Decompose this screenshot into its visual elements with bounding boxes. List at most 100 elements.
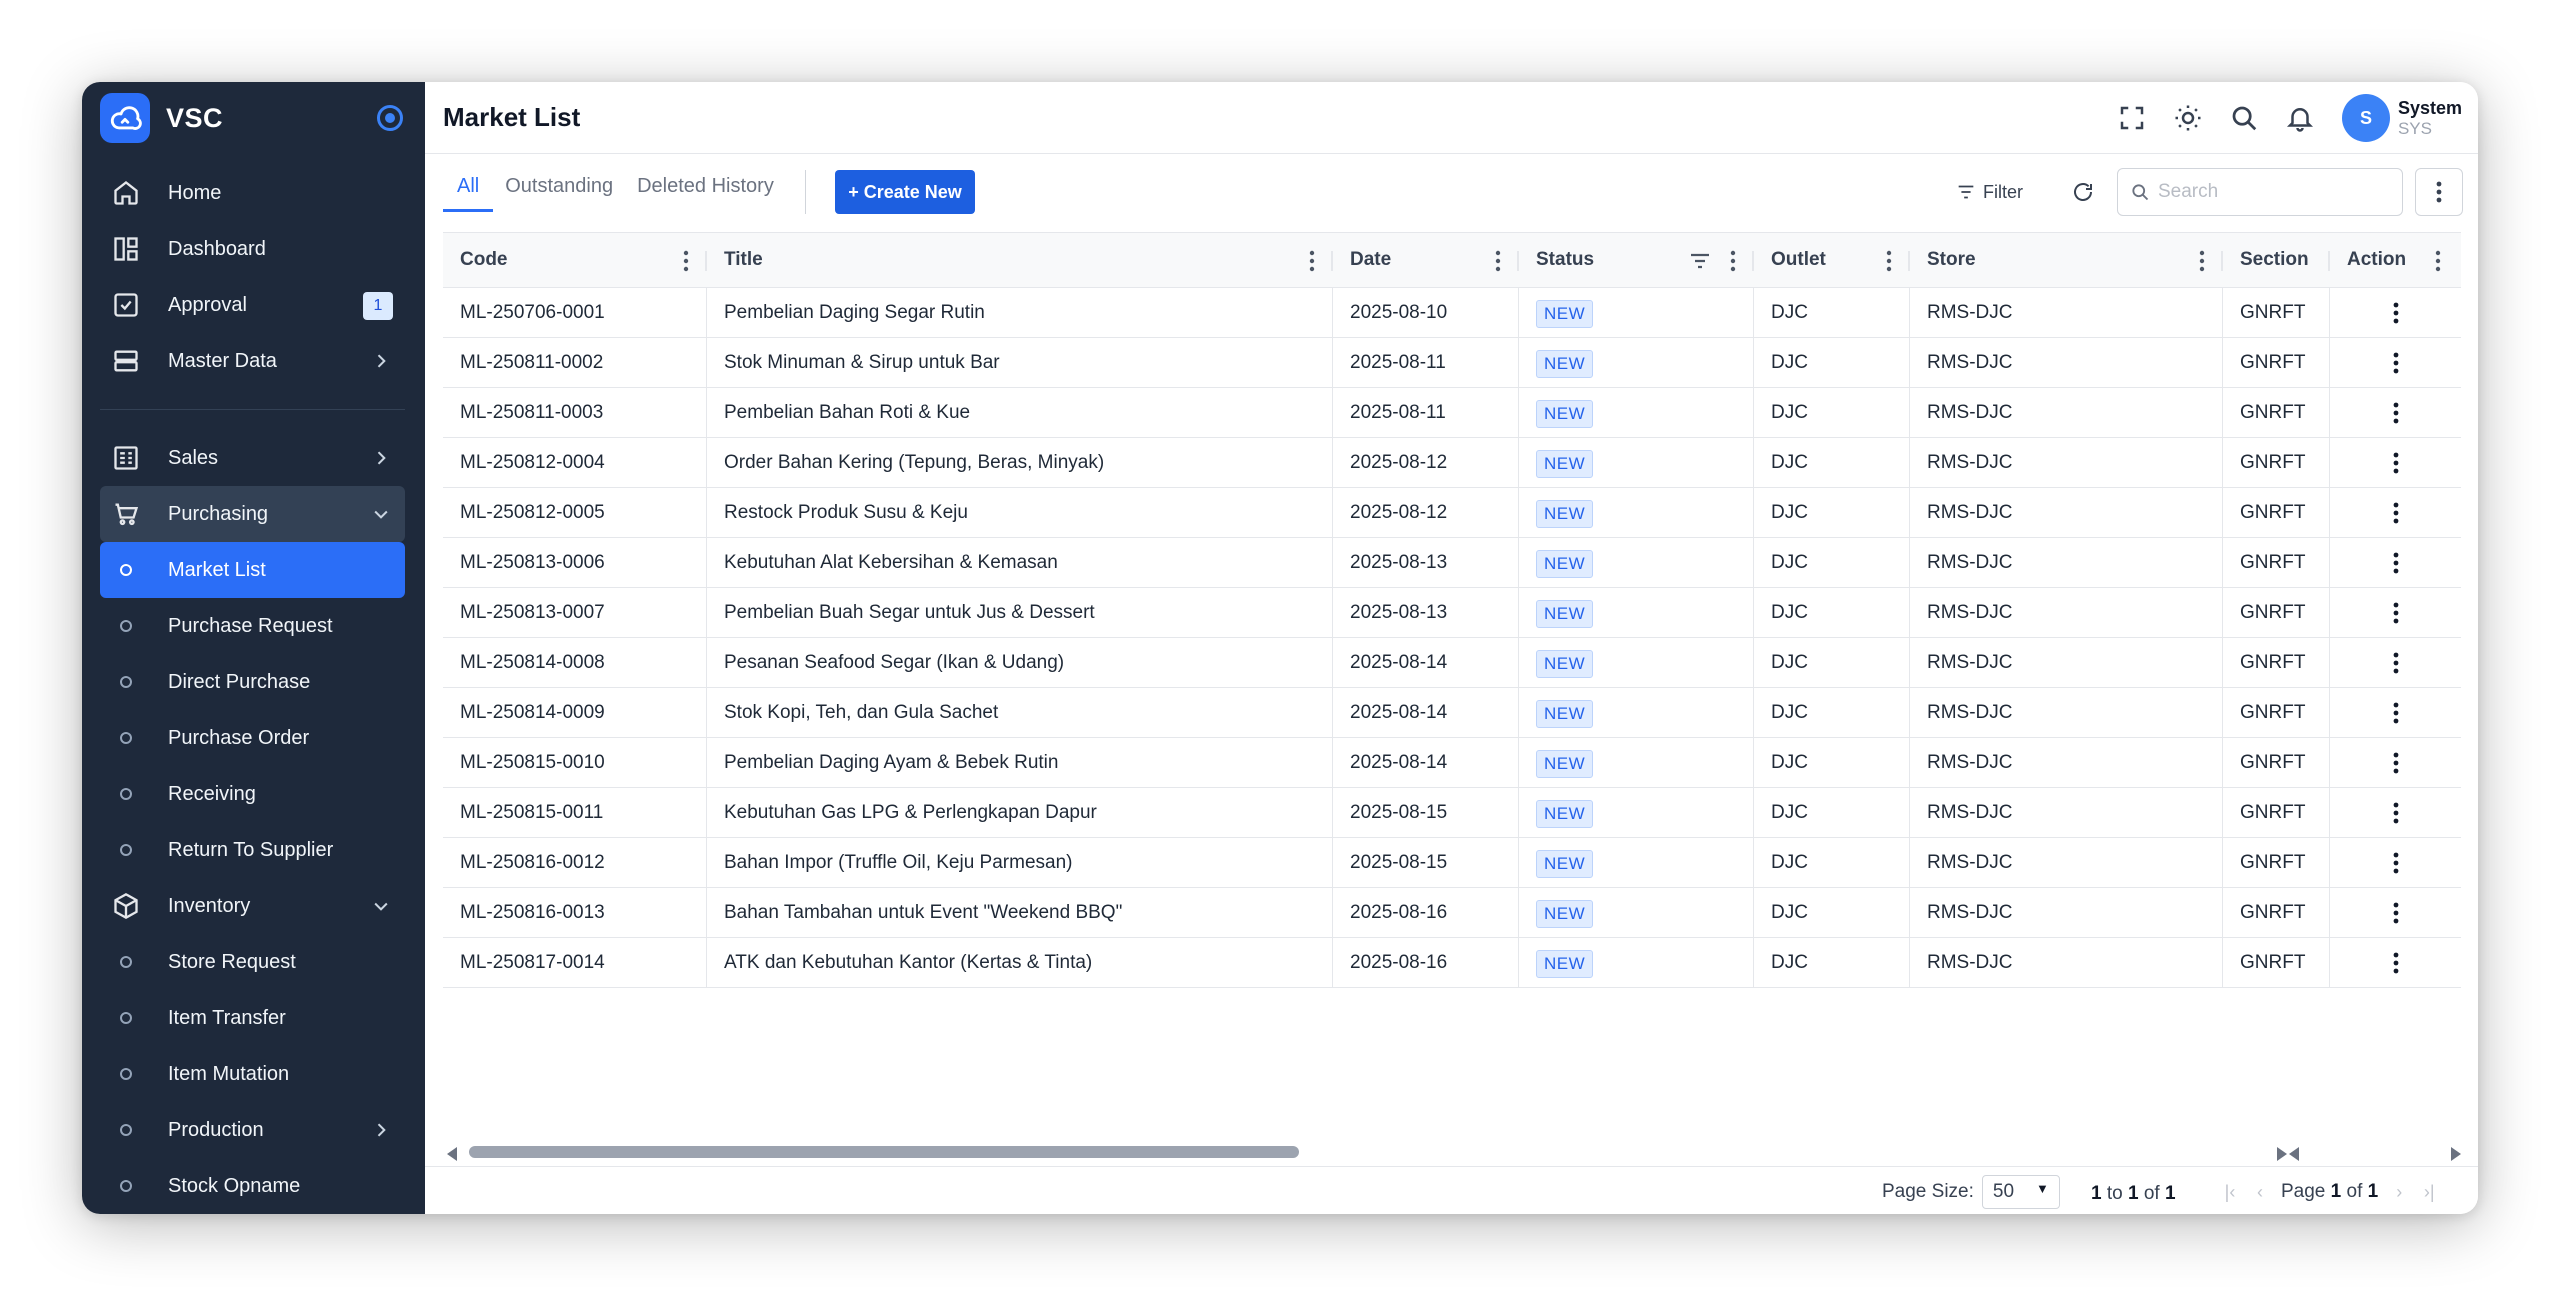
- row-actions-icon[interactable]: [2393, 652, 2399, 674]
- sidebar-item-dashboard[interactable]: Dashboard: [100, 221, 405, 277]
- horizontal-scrollbar[interactable]: [443, 1142, 2461, 1164]
- column-label: Status: [1536, 249, 1595, 270]
- pinned-scroll-left-icon[interactable]: [2289, 1147, 2299, 1161]
- column-menu-icon[interactable]: [1886, 250, 1892, 272]
- table-row[interactable]: ML-250706-0001 Pembelian Daging Segar Rut…: [443, 288, 2461, 338]
- user-menu[interactable]: S System SYS: [2341, 94, 2462, 142]
- refresh-button[interactable]: [2065, 174, 2101, 210]
- table-row[interactable]: ML-250811-0002 Stok Minuman & Sirup untuk…: [443, 338, 2461, 388]
- pinned-scroll-right-icon[interactable]: [2451, 1147, 2461, 1161]
- row-range: 1 to 1 of 1: [2091, 1183, 2176, 1205]
- sidebar-item-purchasing[interactable]: Purchasing: [100, 486, 405, 542]
- row-actions-icon[interactable]: [2393, 452, 2399, 474]
- status-badge: NEW: [1536, 799, 1594, 828]
- refresh-icon: [2074, 183, 2092, 201]
- tab-all[interactable]: All: [443, 168, 494, 212]
- sidebar-toggle-icon[interactable]: [377, 105, 403, 131]
- table-row[interactable]: ML-250813-0006 Kebutuhan Alat Kebersihan …: [443, 538, 2461, 588]
- row-actions-icon[interactable]: [2393, 602, 2399, 624]
- cell-outlet: DJC: [1754, 738, 1910, 787]
- sidebar-item-market-list[interactable]: Market List: [100, 542, 405, 598]
- table-row[interactable]: ML-250815-0011 Kebutuhan Gas LPG & Perlen…: [443, 788, 2461, 838]
- row-actions-icon[interactable]: [2393, 552, 2399, 574]
- row-actions-icon[interactable]: [2393, 702, 2399, 724]
- sidebar-item-store-request[interactable]: Store Request: [100, 934, 405, 990]
- filter-button[interactable]: Filter: [1955, 174, 2023, 210]
- column-header-code[interactable]: Code: [443, 233, 707, 287]
- table-row[interactable]: ML-250816-0012 Bahan Impor (Truffle Oil, …: [443, 838, 2461, 888]
- table-row[interactable]: ML-250813-0007 Pembelian Buah Segar untuk…: [443, 588, 2461, 638]
- row-actions-icon[interactable]: [2393, 752, 2399, 774]
- table-row[interactable]: ML-250812-0005 Restock Produk Susu & Keju…: [443, 488, 2461, 538]
- row-actions-icon[interactable]: [2393, 902, 2399, 924]
- table-row[interactable]: ML-250812-0004 Order Bahan Kering (Tepung…: [443, 438, 2461, 488]
- fullscreen-icon[interactable]: [2104, 90, 2160, 146]
- table-row[interactable]: ML-250814-0009 Stok Kopi, Teh, dan Gula S…: [443, 688, 2461, 738]
- sidebar-item-home[interactable]: Home: [100, 165, 405, 221]
- sidebar-item-stock-opname[interactable]: Stock Opname: [100, 1158, 405, 1214]
- sidebar-item-purchase-request[interactable]: Purchase Request: [100, 598, 405, 654]
- sidebar-item-master-data[interactable]: Master Data: [100, 333, 405, 389]
- sidebar-item-production[interactable]: Production: [100, 1102, 405, 1158]
- cell-code: ML-250811-0003: [443, 388, 707, 437]
- prev-page-icon[interactable]: ‹: [2245, 1177, 2275, 1207]
- search-input[interactable]: [2158, 181, 2378, 203]
- table-row[interactable]: ML-250815-0010 Pembelian Daging Ayam & Be…: [443, 738, 2461, 788]
- row-actions-icon[interactable]: [2393, 352, 2399, 374]
- table-row[interactable]: ML-250817-0014 ATK dan Kebutuhan Kantor (…: [443, 938, 2461, 988]
- row-actions-icon[interactable]: [2393, 402, 2399, 424]
- column-menu-icon[interactable]: [1495, 250, 1501, 272]
- column-header-status[interactable]: Status: [1519, 233, 1754, 287]
- range-total: 1: [2165, 1183, 2176, 1204]
- sidebar-item-direct-purchase[interactable]: Direct Purchase: [100, 654, 405, 710]
- column-header-action[interactable]: Action: [2330, 233, 2461, 287]
- sidebar-item-sales[interactable]: Sales: [100, 430, 405, 486]
- page-size-select[interactable]: 50: [1981, 1175, 2060, 1209]
- column-menu-icon[interactable]: [2435, 250, 2441, 272]
- tab-outstanding[interactable]: Outstanding: [493, 168, 625, 212]
- column-filter-icon[interactable]: [1690, 252, 1710, 270]
- cell-outlet: DJC: [1754, 938, 1910, 987]
- row-actions-icon[interactable]: [2393, 802, 2399, 824]
- cell-status: NEW: [1519, 438, 1754, 487]
- circle-bullet-icon: [112, 1060, 140, 1088]
- sidebar-item-return-to-supplier[interactable]: Return To Supplier: [100, 822, 405, 878]
- sidebar-item-inventory[interactable]: Inventory: [100, 878, 405, 934]
- table-row[interactable]: ML-250816-0013 Bahan Tambahan untuk Event…: [443, 888, 2461, 938]
- column-header-outlet[interactable]: Outlet: [1754, 233, 1910, 287]
- sidebar-item-receiving[interactable]: Receiving: [100, 766, 405, 822]
- search-field[interactable]: [2117, 168, 2403, 216]
- sidebar-item-purchase-order[interactable]: Purchase Order: [100, 710, 405, 766]
- column-menu-icon[interactable]: [683, 250, 689, 272]
- scrollbar-thumb[interactable]: [469, 1146, 1299, 1158]
- table-row[interactable]: ML-250814-0008 Pesanan Seafood Segar (Ika…: [443, 638, 2461, 688]
- next-page-icon[interactable]: ›: [2384, 1177, 2414, 1207]
- column-header-date[interactable]: Date: [1333, 233, 1519, 287]
- scroll-left-icon[interactable]: [447, 1147, 457, 1161]
- row-actions-icon[interactable]: [2393, 502, 2399, 524]
- sidebar-item-item-transfer[interactable]: Item Transfer: [100, 990, 405, 1046]
- more-options-button[interactable]: [2415, 168, 2463, 216]
- row-actions-icon[interactable]: [2393, 852, 2399, 874]
- sidebar-item-item-mutation[interactable]: Item Mutation: [100, 1046, 405, 1102]
- circle-bullet-icon: [112, 1172, 140, 1200]
- row-actions-icon[interactable]: [2393, 302, 2399, 324]
- notification-bell-icon[interactable]: [2272, 90, 2328, 146]
- sidebar-item-approval[interactable]: Approval 1: [100, 277, 405, 333]
- column-header-section[interactable]: Section: [2223, 233, 2330, 287]
- column-menu-icon[interactable]: [1730, 250, 1736, 272]
- column-header-store[interactable]: Store: [1910, 233, 2223, 287]
- cell-store: RMS-DJC: [1910, 888, 2223, 937]
- scroll-right-icon[interactable]: [2277, 1147, 2287, 1161]
- column-menu-icon[interactable]: [2199, 250, 2205, 272]
- column-menu-icon[interactable]: [1309, 250, 1315, 272]
- first-page-icon[interactable]: |‹: [2215, 1177, 2245, 1207]
- create-new-button[interactable]: + Create New: [835, 170, 975, 214]
- tab-deleted-history[interactable]: Deleted History: [625, 168, 786, 212]
- column-header-title[interactable]: Title: [707, 233, 1333, 287]
- table-row[interactable]: ML-250811-0003 Pembelian Bahan Roti & Kue…: [443, 388, 2461, 438]
- theme-sun-icon[interactable]: [2160, 90, 2216, 146]
- search-icon[interactable]: [2216, 90, 2272, 146]
- last-page-icon[interactable]: ›|: [2414, 1177, 2444, 1207]
- row-actions-icon[interactable]: [2393, 952, 2399, 974]
